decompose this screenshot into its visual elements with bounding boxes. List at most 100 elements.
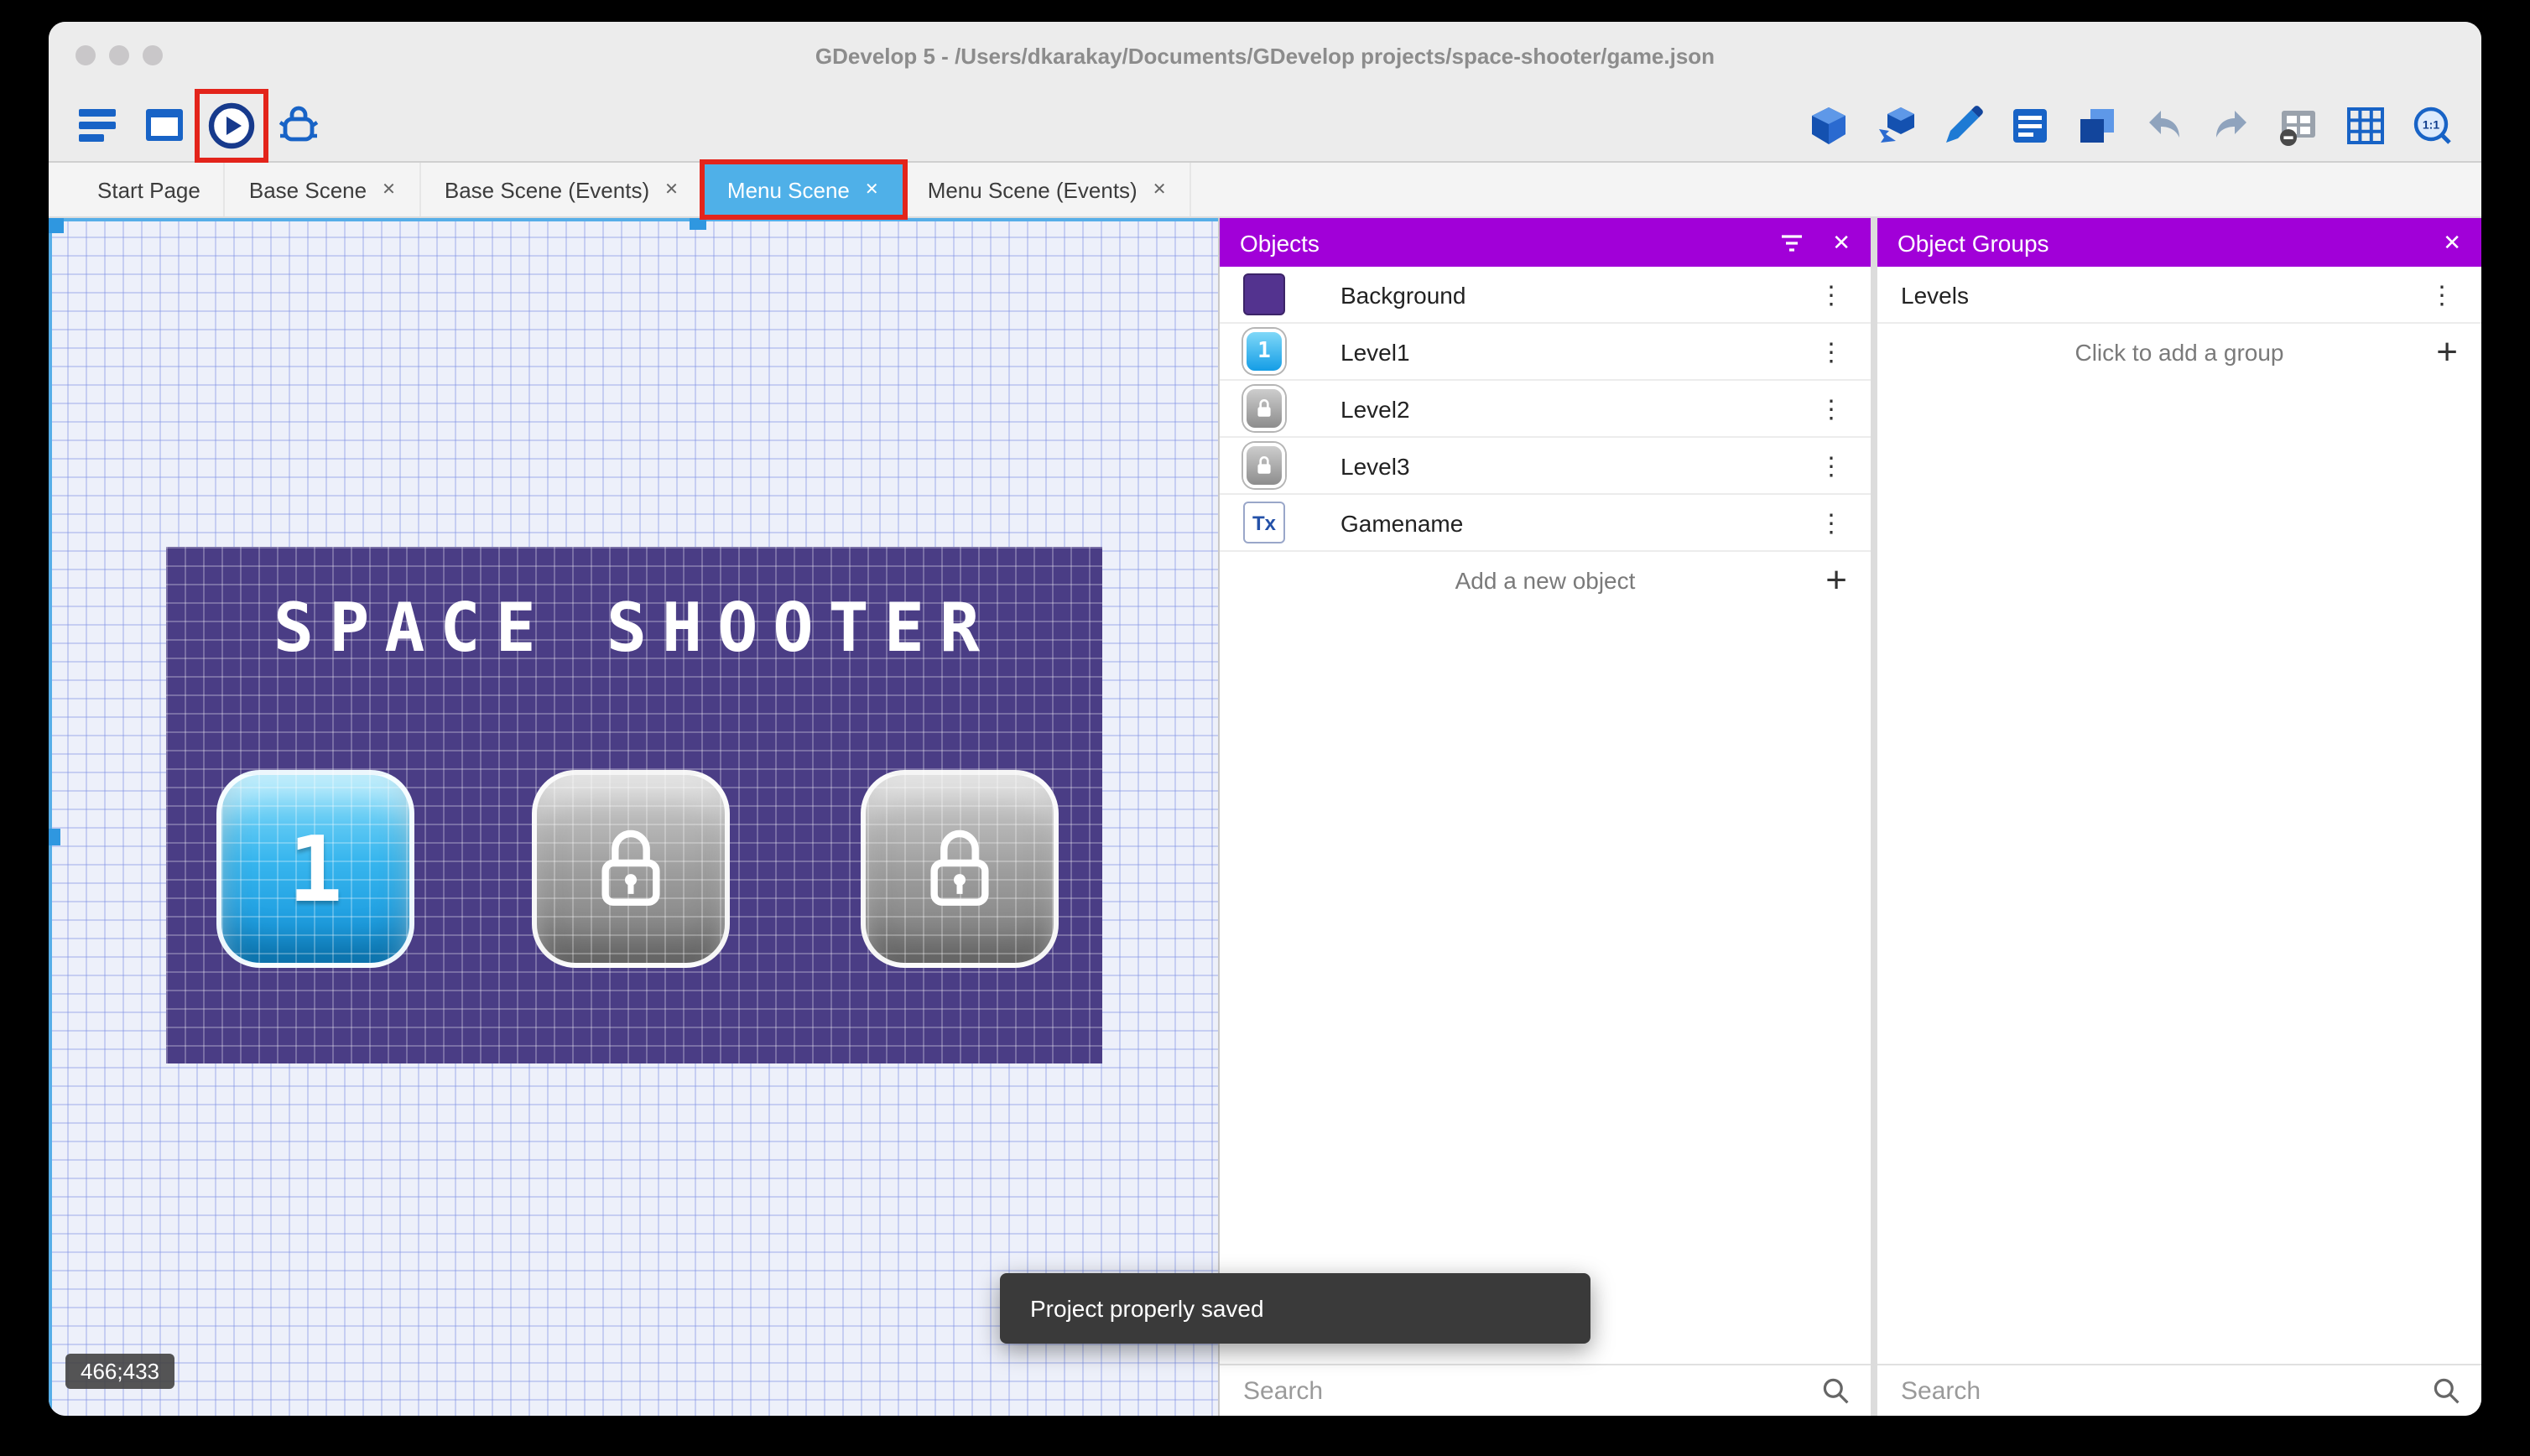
layers-icon[interactable] xyxy=(2072,100,2122,150)
row-menu-icon[interactable]: ⋮ xyxy=(2426,279,2458,309)
object-groups-panel-header: Object Groups ✕ xyxy=(1877,218,2481,267)
debugger-icon[interactable] xyxy=(273,100,324,150)
search-icon xyxy=(1820,1375,1851,1406)
tab-base-scene-events[interactable]: Base Scene (Events) ✕ xyxy=(421,163,704,216)
horizontal-scrollbar[interactable] xyxy=(49,218,1218,221)
toast-message: Project properly saved xyxy=(1030,1295,1264,1322)
tab-label: Base Scene xyxy=(248,177,367,202)
vertical-scrollbar[interactable] xyxy=(49,218,52,1416)
toolbar-right-group: 1:1 xyxy=(1804,100,2458,150)
cursor-coordinates: 466;433 xyxy=(65,1354,174,1389)
scrollbar-corner xyxy=(49,218,64,233)
menu-scene-preview[interactable]: SPACE SHOOTER 1 xyxy=(166,547,1102,1063)
object-row-gamename[interactable]: Gamename ⋮ xyxy=(1220,495,1871,552)
properties-icon[interactable] xyxy=(2005,100,2055,150)
close-icon[interactable]: ✕ xyxy=(1832,229,1851,256)
tab-label: Start Page xyxy=(97,177,200,202)
groups-search-bar xyxy=(1877,1364,2481,1416)
object-row-level1[interactable]: Level1 ⋮ xyxy=(1220,324,1871,381)
object-row-background[interactable]: Background ⋮ xyxy=(1220,267,1871,324)
object-label: Level3 xyxy=(1340,452,1410,479)
object-label: Background xyxy=(1340,281,1466,308)
add-group-button[interactable]: Click to add a group + xyxy=(1877,324,2481,381)
object-label: Level2 xyxy=(1340,395,1410,422)
objects-search-input[interactable] xyxy=(1240,1375,1820,1407)
row-menu-icon[interactable]: ⋮ xyxy=(1815,336,1847,367)
objects-panel-title: Objects xyxy=(1240,229,1320,256)
filter-icon[interactable] xyxy=(1778,229,1805,256)
tab-start-page[interactable]: Start Page xyxy=(74,163,226,216)
tab-base-scene[interactable]: Base Scene ✕ xyxy=(226,163,421,216)
undo-icon[interactable] xyxy=(2139,100,2189,150)
tab-close-icon[interactable]: ✕ xyxy=(1153,180,1167,199)
objects-panel-header: Objects ✕ xyxy=(1220,218,1871,267)
group-label: Levels xyxy=(1901,281,1969,308)
level2-locked-button[interactable] xyxy=(532,770,730,968)
minimize-window-button[interactable] xyxy=(109,45,129,65)
level1-number: 1 xyxy=(288,816,343,922)
close-window-button[interactable] xyxy=(75,45,96,65)
edit-pencil-icon[interactable] xyxy=(1938,100,1988,150)
level1-button[interactable]: 1 xyxy=(216,770,414,968)
vertical-scroll-thumb[interactable] xyxy=(49,829,60,845)
horizontal-scroll-thumb[interactable] xyxy=(690,218,706,230)
search-icon xyxy=(2431,1375,2461,1406)
save-toast: Project properly saved xyxy=(1000,1273,1590,1344)
add-new-object-button[interactable]: Add a new object + xyxy=(1220,552,1871,609)
play-preview-icon[interactable] xyxy=(195,88,268,162)
text-object-icon xyxy=(1243,502,1285,543)
tab-label: Menu Scene xyxy=(726,177,850,202)
tab-label: Menu Scene (Events) xyxy=(927,177,1137,202)
objects-panel: Objects ✕ Background ⋮ Level1 ⋮ xyxy=(1218,218,1871,1416)
level1-object-icon xyxy=(1243,329,1285,374)
window-icon[interactable] xyxy=(139,100,190,150)
close-icon[interactable]: ✕ xyxy=(2443,229,2461,256)
add-group-label: Click to add a group xyxy=(2074,339,2284,366)
toolbar-left-group xyxy=(72,88,324,162)
instances-editor-icon[interactable] xyxy=(1871,100,1921,150)
tab-close-icon[interactable]: ✕ xyxy=(382,180,396,199)
tab-menu-scene-events[interactable]: Menu Scene (Events) ✕ xyxy=(904,163,1192,216)
background-object-icon xyxy=(1243,273,1285,315)
tab-label: Base Scene (Events) xyxy=(444,177,650,202)
groups-search-input[interactable] xyxy=(1898,1375,2431,1407)
row-menu-icon[interactable]: ⋮ xyxy=(1815,393,1847,424)
game-title-text[interactable]: SPACE SHOOTER xyxy=(166,590,1102,668)
lock-icon xyxy=(930,829,989,906)
tab-menu-scene[interactable]: Menu Scene ✕ xyxy=(700,159,908,220)
scene-canvas[interactable]: SPACE SHOOTER 1 466;433 xyxy=(49,218,1218,1416)
project-manager-icon[interactable] xyxy=(72,100,122,150)
object-label: Level1 xyxy=(1340,338,1410,365)
group-row-levels[interactable]: Levels ⋮ xyxy=(1877,267,2481,324)
window-controls xyxy=(75,45,163,65)
tab-bar: Start Page Base Scene ✕ Base Scene (Even… xyxy=(49,159,2481,220)
lock-icon xyxy=(1243,443,1285,488)
objects-editor-icon[interactable] xyxy=(1804,100,1854,150)
instances-list-icon[interactable] xyxy=(2273,100,2324,150)
lock-icon xyxy=(1243,386,1285,431)
screenshot-stage: GDevelop 5 - /Users/dkarakay/Documents/G… xyxy=(0,0,2530,1456)
window-title: GDevelop 5 - /Users/dkarakay/Documents/G… xyxy=(815,43,1715,68)
level3-locked-button[interactable] xyxy=(861,770,1059,968)
svg-text:1:1: 1:1 xyxy=(2423,117,2439,131)
row-menu-icon[interactable]: ⋮ xyxy=(1815,450,1847,481)
object-row-level3[interactable]: Level3 ⋮ xyxy=(1220,438,1871,495)
redo-icon[interactable] xyxy=(2206,100,2257,150)
plus-icon[interactable]: + xyxy=(1825,561,1847,599)
add-object-label: Add a new object xyxy=(1455,567,1636,594)
main-toolbar: 1:1 xyxy=(49,88,2481,163)
zoom-window-button[interactable] xyxy=(143,45,163,65)
gdevelop-window: GDevelop 5 - /Users/dkarakay/Documents/G… xyxy=(49,22,2481,1416)
row-menu-icon[interactable]: ⋮ xyxy=(1815,279,1847,309)
object-groups-panel-title: Object Groups xyxy=(1898,229,2049,256)
grid-icon[interactable] xyxy=(2340,100,2391,150)
title-bar: GDevelop 5 - /Users/dkarakay/Documents/G… xyxy=(49,22,2481,89)
lock-icon xyxy=(601,829,660,906)
plus-icon[interactable]: + xyxy=(2436,333,2458,371)
zoom-1-1-icon[interactable]: 1:1 xyxy=(2408,100,2458,150)
objects-search-bar xyxy=(1220,1364,1871,1416)
tab-close-icon[interactable]: ✕ xyxy=(865,180,879,199)
tab-close-icon[interactable]: ✕ xyxy=(664,180,679,199)
object-row-level2[interactable]: Level2 ⋮ xyxy=(1220,381,1871,438)
row-menu-icon[interactable]: ⋮ xyxy=(1815,507,1847,538)
